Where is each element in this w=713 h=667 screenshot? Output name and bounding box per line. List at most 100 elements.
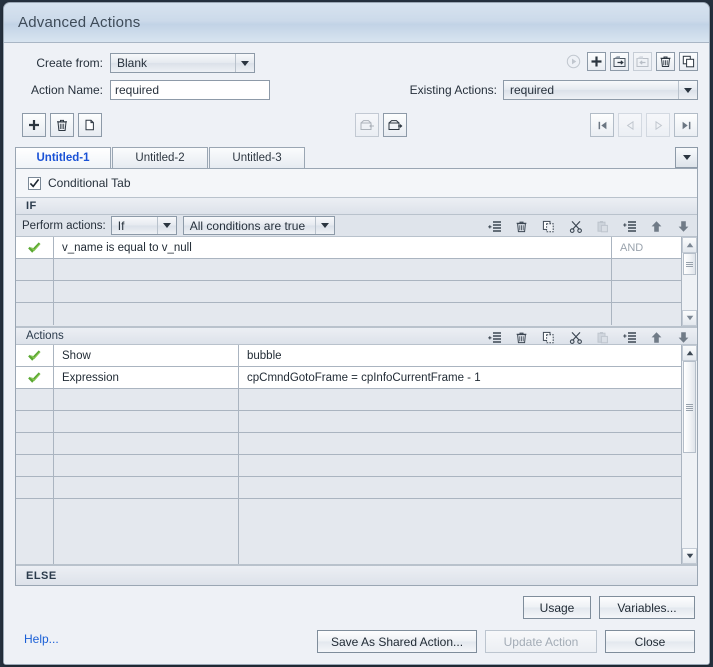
previous-decision-button[interactable] [618,113,642,137]
table-row[interactable] [16,477,681,499]
next-decision-button[interactable] [646,113,670,137]
add-decision-button[interactable] [22,113,46,137]
table-row[interactable] [16,433,681,455]
conditional-tab-checkbox[interactable] [28,176,41,190]
scrollbar-track[interactable] [682,253,697,310]
if-operator-value: If [117,218,125,233]
table-row[interactable]: Expression cpCmndGotoFrame = cpInfoCurre… [16,367,681,389]
table-row[interactable] [16,389,681,411]
export-decision-button[interactable] [383,113,407,137]
tab-overflow-dropdown[interactable] [675,147,698,168]
decision-toolbar [15,113,698,141]
action-value [239,389,681,410]
paste-row-button[interactable] [595,219,610,234]
add-row-button[interactable] [487,219,502,234]
delete-action-button[interactable] [656,52,675,71]
row-enabled-checkmark-icon[interactable] [16,433,54,454]
table-row[interactable] [16,259,681,281]
scroll-down-button[interactable] [682,548,697,564]
add-action-button[interactable] [587,52,606,71]
row-enabled-checkmark-icon[interactable] [16,477,54,498]
action-value [239,499,681,564]
row-enabled-checkmark-icon[interactable] [16,259,54,280]
chevron-down-icon[interactable] [678,81,697,99]
else-header-label: ELSE [26,569,57,582]
condition-text [54,259,611,280]
row-enabled-checkmark-icon[interactable] [16,499,54,564]
conditional-tab-row[interactable]: Conditional Tab [16,169,697,197]
move-down-button[interactable] [676,330,691,345]
action-name-input[interactable]: required [110,80,270,100]
scrollbar-thumb[interactable] [683,361,696,453]
paste-row-button[interactable] [595,330,610,345]
row-enabled-checkmark-icon[interactable] [16,303,54,325]
import-decision-button[interactable] [355,113,379,137]
row-enabled-checkmark-icon[interactable] [16,455,54,476]
table-row[interactable]: Show bubble [16,345,681,367]
chevron-down-icon[interactable] [235,54,254,72]
save-as-shared-action-button[interactable]: Save As Shared Action... [317,630,477,653]
usage-button[interactable]: Usage [523,596,591,619]
scrollbar-thumb[interactable] [683,253,696,275]
table-row[interactable] [16,411,681,433]
if-operator-select[interactable]: If [110,216,177,235]
copy-row-button[interactable] [541,219,556,234]
scroll-down-button[interactable] [682,310,697,326]
tab-untitled-2[interactable]: Untitled-2 [112,147,208,168]
preview-action-button[interactable] [564,52,583,71]
duplicate-action-button[interactable] [679,52,698,71]
tab-untitled-3[interactable]: Untitled-3 [209,147,305,168]
cut-row-button[interactable] [568,219,583,234]
action-type [54,389,239,410]
chevron-down-icon[interactable] [156,217,176,234]
action-type [54,477,239,498]
condition-mode-select[interactable]: All conditions are true [182,216,335,235]
action-type [54,411,239,432]
scroll-up-button[interactable] [682,237,697,253]
move-down-button[interactable] [676,219,691,234]
move-up-button[interactable] [649,330,664,345]
create-from-label: Create from: [36,56,103,70]
import-action-button[interactable] [633,52,652,71]
update-action-button[interactable]: Update Action [485,630,597,653]
action-type [54,499,239,564]
last-decision-button[interactable] [674,113,698,137]
chevron-down-icon[interactable] [314,217,334,234]
variables-button[interactable]: Variables... [599,596,695,619]
action-name-row: Action Name: required [15,80,270,100]
scrollbar-track[interactable] [682,361,697,548]
table-row[interactable] [16,303,681,325]
move-up-button[interactable] [649,219,664,234]
close-button[interactable]: Close [605,630,695,653]
export-action-button[interactable] [610,52,629,71]
row-enabled-checkmark-icon[interactable] [16,389,54,410]
row-enabled-checkmark-icon[interactable] [16,281,54,302]
first-decision-button[interactable] [590,113,614,137]
delete-row-button[interactable] [514,219,529,234]
insert-row-button[interactable] [622,219,637,234]
duplicate-decision-button[interactable] [78,113,102,137]
table-row[interactable] [16,281,681,303]
insert-row-button[interactable] [622,330,637,345]
row-enabled-checkmark-icon[interactable] [16,237,54,258]
table-row[interactable] [16,455,681,477]
condition-text [54,281,611,302]
add-row-button[interactable] [487,330,502,345]
create-from-select[interactable]: Blank [110,53,255,73]
cut-row-button[interactable] [568,330,583,345]
row-enabled-checkmark-icon[interactable] [16,345,54,366]
scroll-up-button[interactable] [682,345,697,361]
actions-grid-scrollbar[interactable] [681,345,697,564]
row-enabled-checkmark-icon[interactable] [16,411,54,432]
action-value: cpCmndGotoFrame = cpInfoCurrentFrame - 1 [247,371,481,384]
condition-grid-scrollbar[interactable] [681,237,697,326]
tab-untitled-1[interactable]: Untitled-1 [15,147,111,168]
existing-actions-select[interactable]: required [503,80,698,100]
table-row[interactable] [16,499,681,564]
table-row[interactable]: v_name is equal to v_null AND [16,237,681,259]
row-enabled-checkmark-icon[interactable] [16,367,54,388]
delete-row-button[interactable] [514,330,529,345]
help-link[interactable]: Help... [24,632,59,646]
copy-row-button[interactable] [541,330,556,345]
delete-decision-button[interactable] [50,113,74,137]
